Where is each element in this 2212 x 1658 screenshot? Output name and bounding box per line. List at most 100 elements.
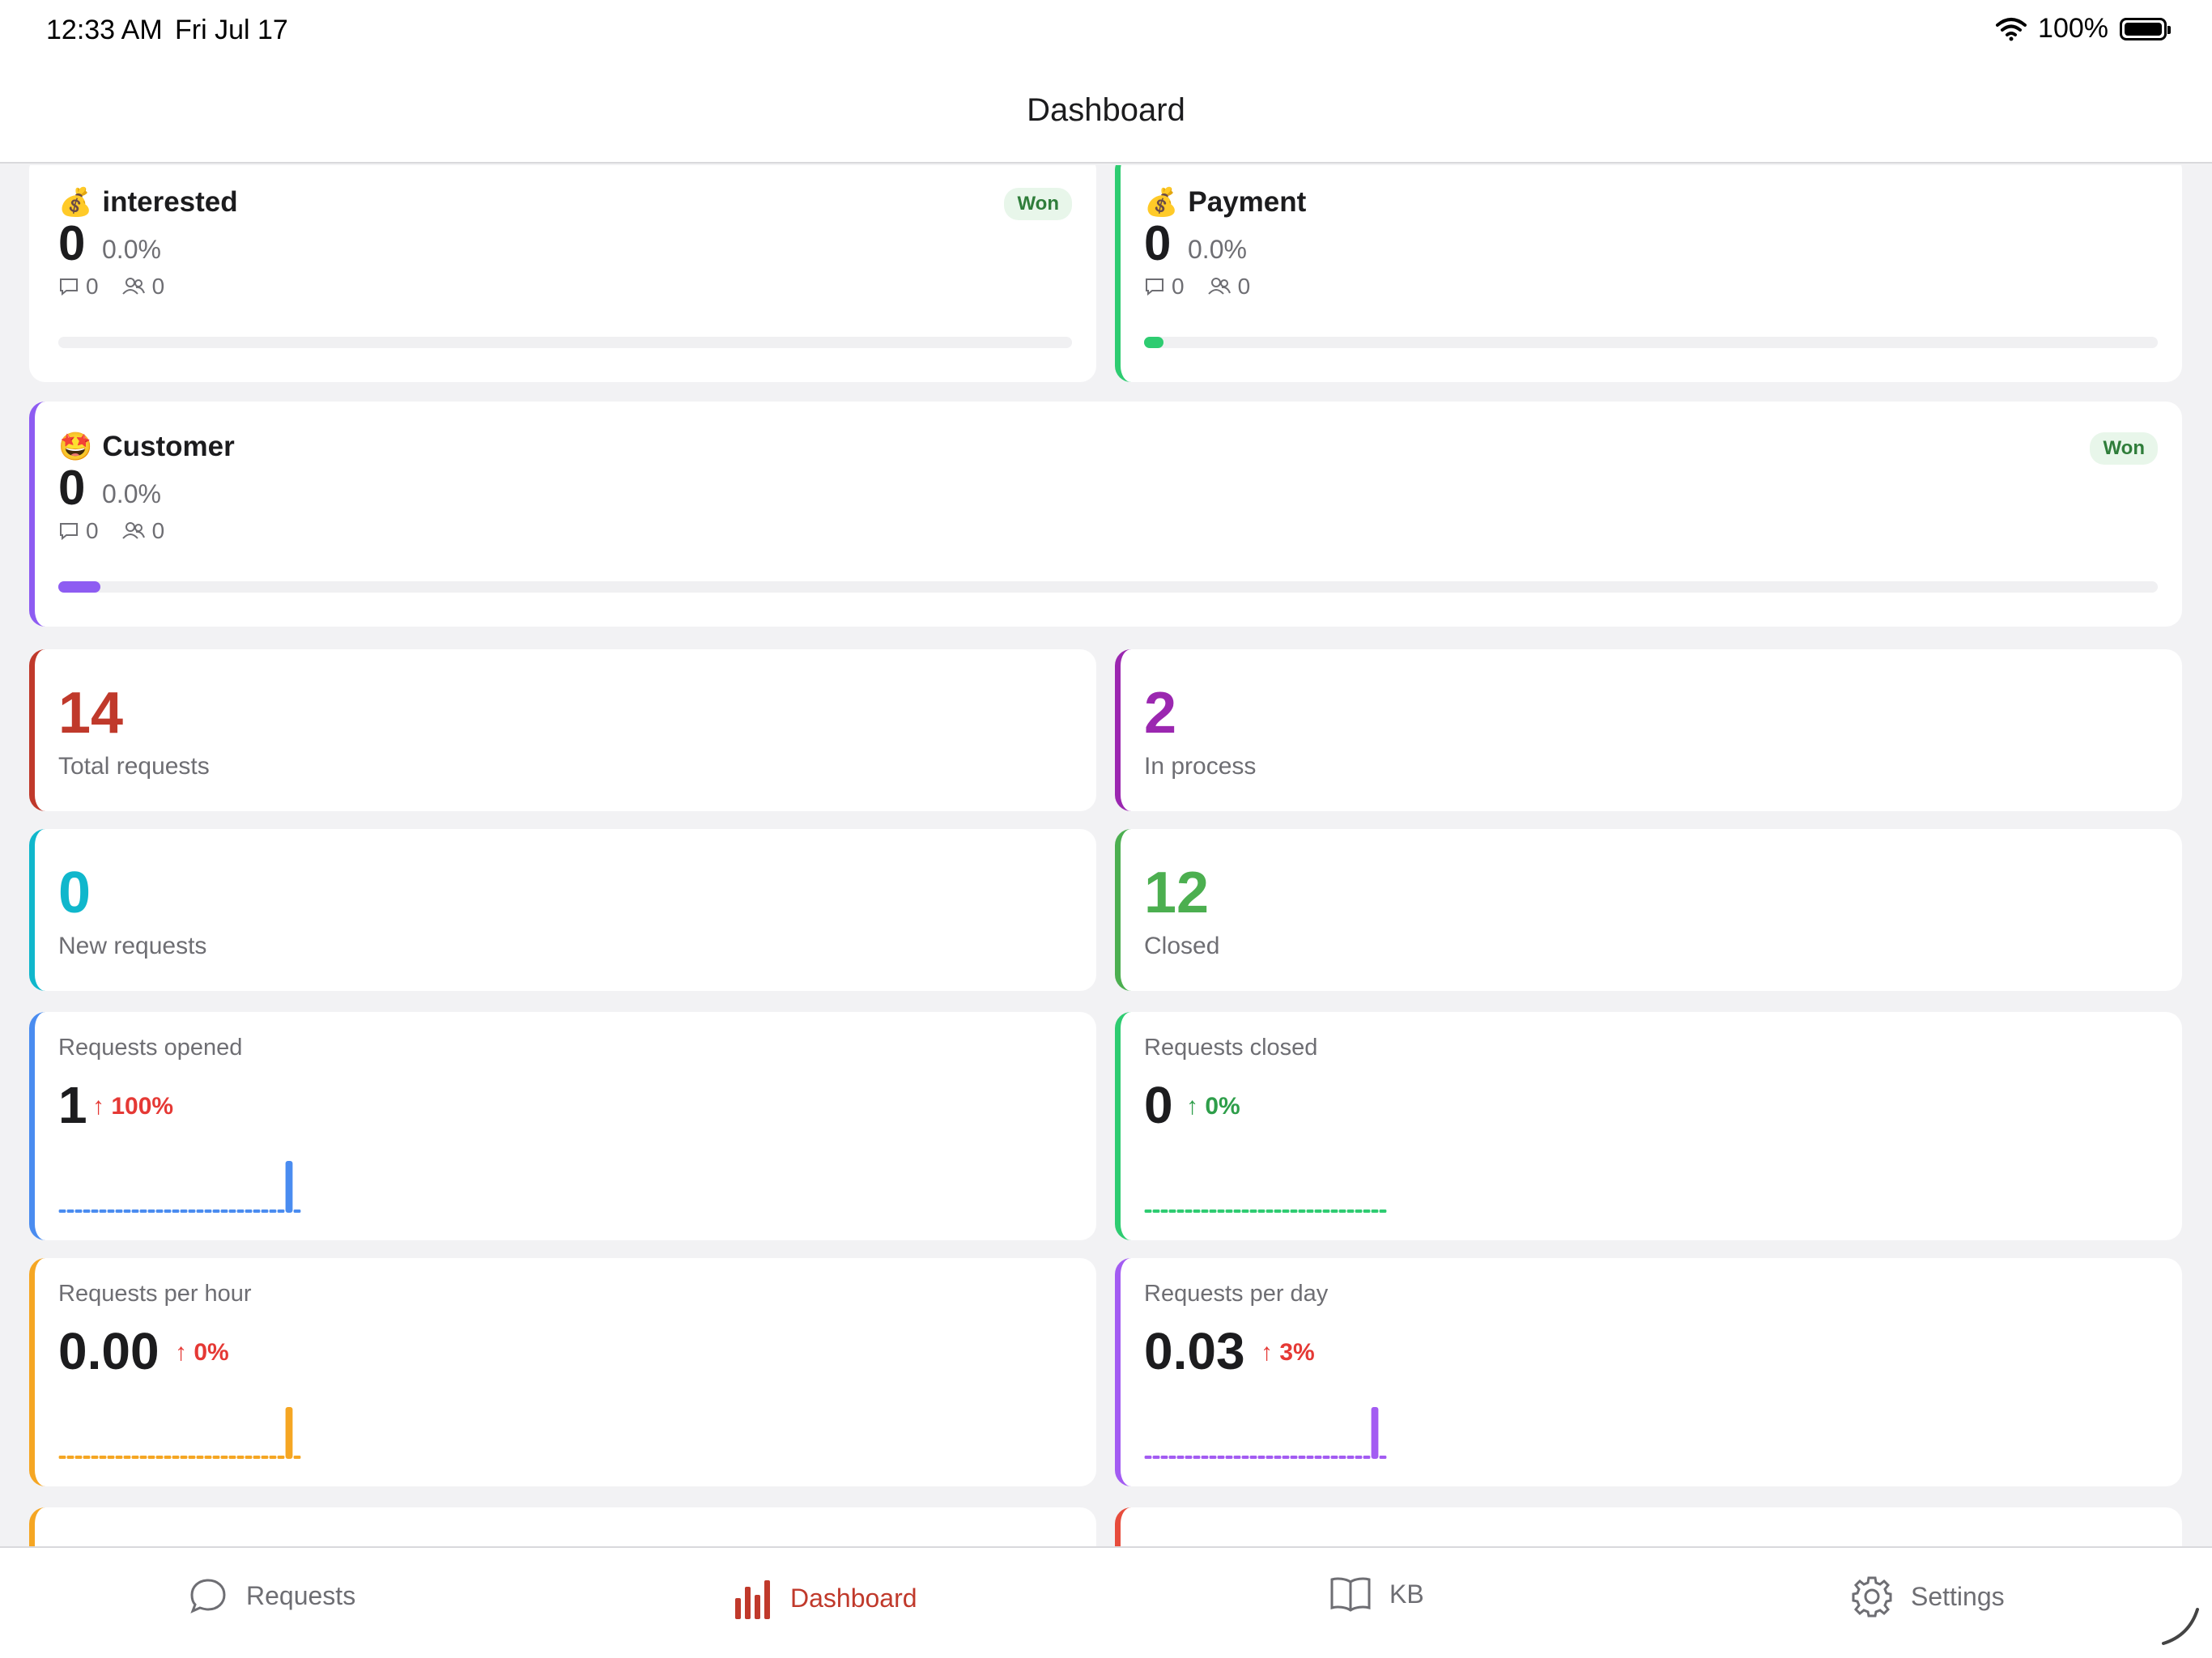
- spark-baseline: [1266, 1456, 1274, 1459]
- stage-card-interested[interactable]: 💰 interested Won 0 0.0% 0 0: [29, 165, 1096, 382]
- spark-baseline: [1152, 1209, 1160, 1213]
- sparkline-chart: [1144, 1209, 1387, 1213]
- people-icon: [121, 278, 145, 295]
- metric-card-requests-opened[interactable]: Requests opened 1 ↑ 100%: [29, 1012, 1096, 1240]
- tab-label: Dashboard: [790, 1583, 917, 1613]
- metric-card-requests-per-hour[interactable]: Requests per hour 0.00 ↑ 0%: [29, 1258, 1096, 1486]
- spark-baseline: [228, 1456, 236, 1459]
- spark-baseline: [1298, 1209, 1306, 1213]
- metric-card-requests-closed[interactable]: Requests closed 0 ↑ 0%: [1115, 1012, 2182, 1240]
- spark-baseline: [228, 1209, 236, 1213]
- spark-baseline: [1160, 1456, 1168, 1459]
- metric-label: Requests closed: [1144, 1035, 1318, 1061]
- stat-label: New requests: [58, 933, 207, 959]
- spark-baseline: [164, 1456, 172, 1459]
- stage-meta: 0 0: [58, 274, 164, 300]
- spark-baseline: [261, 1456, 269, 1459]
- spark-baseline: [1241, 1456, 1249, 1459]
- stat-card-in-process[interactable]: 2 In process: [1115, 649, 2182, 811]
- spark-baseline: [253, 1456, 261, 1459]
- spark-baseline: [1266, 1209, 1274, 1213]
- stat-card-total-requests[interactable]: 14 Total requests: [29, 649, 1096, 811]
- stage-card-customer[interactable]: 🤩 Customer Won 0 0.0% 0 0: [29, 402, 2182, 627]
- stat-label: In process: [1144, 753, 1257, 780]
- bar-chart-icon: [735, 1580, 770, 1619]
- spark-baseline: [196, 1456, 204, 1459]
- spark-baseline: [1176, 1456, 1185, 1459]
- comment-icon: [60, 523, 78, 541]
- spark-baseline: [1306, 1209, 1314, 1213]
- metric-value: 0.03: [1144, 1322, 1245, 1380]
- status-time: 12:33 AM: [46, 15, 163, 45]
- spark-baseline: [164, 1209, 172, 1213]
- spark-baseline: [1144, 1209, 1152, 1213]
- spark-baseline: [66, 1456, 74, 1459]
- spark-baseline: [1233, 1456, 1241, 1459]
- spark-baseline: [269, 1456, 277, 1459]
- spark-baseline: [1233, 1209, 1241, 1213]
- spark-baseline: [180, 1456, 188, 1459]
- tab-dashboard[interactable]: Dashboard: [734, 1575, 917, 1621]
- tab-settings[interactable]: Settings: [1851, 1575, 2005, 1618]
- spark-baseline: [1298, 1456, 1306, 1459]
- stage-percent: 0.0%: [102, 235, 161, 264]
- spark-baseline: [1176, 1209, 1185, 1213]
- spark-baseline: [83, 1456, 91, 1459]
- stat-card-new-requests[interactable]: 0 New requests: [29, 829, 1096, 991]
- home-indicator-arc: [2162, 1608, 2199, 1645]
- spark-baseline: [107, 1456, 115, 1459]
- sparkline-chart: [58, 1161, 301, 1213]
- dashboard-content[interactable]: 💰 interested Won 0 0.0% 0 0 💰 Payment 0 …: [0, 165, 2212, 1546]
- spark-baseline: [1282, 1209, 1290, 1213]
- metric-label: Requests per hour: [58, 1281, 252, 1307]
- spark-baseline: [1330, 1209, 1338, 1213]
- spark-baseline: [1201, 1456, 1209, 1459]
- won-badge: Won: [1004, 188, 1072, 220]
- navigation-bar: Dashboard: [0, 63, 2212, 164]
- spark-baseline: [1290, 1209, 1298, 1213]
- spark-baseline: [58, 1209, 66, 1213]
- comment-count: 0: [86, 274, 99, 299]
- battery-icon: [2120, 17, 2171, 40]
- comment-icon: [60, 278, 78, 296]
- metric-label: Requests opened: [58, 1035, 243, 1061]
- spark-baseline: [1144, 1456, 1152, 1459]
- spark-baseline: [1371, 1209, 1379, 1213]
- tab-label: KB: [1389, 1579, 1424, 1609]
- chat-bubble-icon: [190, 1579, 226, 1613]
- spark-baseline: [1209, 1209, 1217, 1213]
- spark-baseline: [188, 1209, 196, 1213]
- tab-requests[interactable]: Requests: [188, 1575, 355, 1616]
- spark-baseline: [1168, 1456, 1176, 1459]
- tab-kb[interactable]: KB: [1329, 1575, 1424, 1613]
- status-bar: 12:33 AM Fri Jul 17 100%: [0, 0, 2212, 63]
- spark-baseline: [1338, 1456, 1346, 1459]
- spark-baseline: [1249, 1456, 1257, 1459]
- stage-card-payment[interactable]: 💰 Payment 0 0.0% 0 0: [1115, 165, 2182, 382]
- stage-meta: 0 0: [1144, 274, 1250, 300]
- stage-name: interested: [102, 186, 238, 218]
- spark-baseline: [123, 1456, 131, 1459]
- metric-card-requests-per-day[interactable]: Requests per day 0.03 ↑ 3%: [1115, 1258, 2182, 1486]
- spark-baseline: [1363, 1209, 1371, 1213]
- stat-label: Closed: [1144, 933, 1220, 959]
- spark-baseline: [293, 1456, 301, 1459]
- spark-baseline: [155, 1209, 164, 1213]
- wifi-icon: [1996, 17, 2027, 40]
- spark-baseline: [1185, 1209, 1193, 1213]
- stat-card-closed[interactable]: 12 Closed: [1115, 829, 2182, 991]
- metric-value: 1: [58, 1076, 87, 1134]
- metric-card-partial[interactable]: [29, 1507, 1096, 1546]
- stage-title: 💰 Payment: [1144, 186, 1306, 219]
- tab-label: Requests: [246, 1580, 356, 1610]
- metric-card-partial[interactable]: [1115, 1507, 2182, 1546]
- people-count: 0: [151, 518, 165, 543]
- spark-baseline: [58, 1456, 66, 1459]
- spark-baseline: [131, 1209, 139, 1213]
- spark-baseline: [180, 1209, 188, 1213]
- spark-baseline: [1338, 1209, 1346, 1213]
- people-icon: [121, 522, 145, 539]
- sparkline-chart: [1144, 1407, 1387, 1459]
- spark-baseline: [1152, 1456, 1160, 1459]
- spark-baseline: [245, 1209, 253, 1213]
